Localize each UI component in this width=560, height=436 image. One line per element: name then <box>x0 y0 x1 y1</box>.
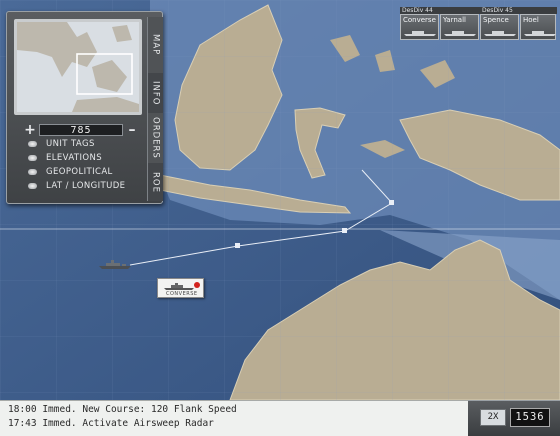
tab-roe[interactable]: ROE <box>147 163 163 201</box>
ship-card-converse[interactable]: Converse <box>400 14 439 40</box>
ship-name: Spence <box>483 16 509 24</box>
minimap[interactable] <box>14 19 142 115</box>
waypoint-marker[interactable] <box>235 243 240 248</box>
ship-silhouette-icon <box>484 31 516 36</box>
division-group: DesDiv 44 Converse Yarnall <box>400 7 480 40</box>
ship-silhouette-icon <box>164 283 194 290</box>
zoom-level-readout[interactable]: 785 <box>39 124 123 136</box>
layer-label: ELEVATIONS <box>46 153 103 163</box>
ship-card-hoel[interactable]: Hoel <box>520 14 556 40</box>
division-group: DesDiv 45 Spence Hoel <box>480 7 557 40</box>
time-compression-button[interactable]: 2X <box>480 409 506 426</box>
tab-orders[interactable]: ORDERS <box>147 113 163 163</box>
national-flag-icon <box>194 282 200 288</box>
ship-tag-label: CONVERSE <box>166 291 198 297</box>
game-clock: 1536 <box>510 408 550 427</box>
ship-silhouette-icon <box>444 31 476 36</box>
ship-name: Yarnall <box>443 16 466 24</box>
map-control-panel: + 785 – UNIT TAGS ELEVATIONS GEOPOLITICA… <box>6 11 163 204</box>
ship-silhouette-icon <box>524 31 556 36</box>
zoom-in-button[interactable]: + <box>23 122 37 138</box>
log-entry: 18:00 Immed. New Course: 120 Flank Speed <box>8 404 237 415</box>
zoom-control: + 785 – <box>23 122 139 138</box>
ship-name: Converse <box>403 16 436 24</box>
zoom-out-button[interactable]: – <box>125 122 139 138</box>
layer-label: UNIT TAGS <box>46 139 95 149</box>
ship-name: Hoel <box>523 16 539 24</box>
time-control-panel: 2X 1536 <box>468 400 560 436</box>
ship-card-spence[interactable]: Spence <box>480 14 519 40</box>
layer-label: LAT / LONGITUDE <box>46 181 126 191</box>
layer-label: GEOPOLITICAL <box>46 167 113 177</box>
toggle-indicator-icon <box>28 183 37 189</box>
waypoint-marker[interactable] <box>389 200 394 205</box>
division-roster: DesDiv 44 Converse Yarnall DesDiv 45 Spe… <box>400 7 557 40</box>
division-name: DesDiv 44 <box>400 7 480 14</box>
destroyer-ship-icon[interactable] <box>98 258 132 270</box>
toggle-indicator-icon <box>28 141 37 147</box>
ship-silhouette-icon <box>404 31 436 36</box>
tab-map[interactable]: MAP <box>147 17 163 73</box>
minimap-terrain <box>17 22 139 112</box>
waypoint-marker[interactable] <box>342 228 347 233</box>
division-name: DesDiv 45 <box>480 7 557 14</box>
layer-toggle-geopolitical[interactable]: GEOPOLITICAL <box>28 166 113 178</box>
layer-toggle-lat-longitude[interactable]: LAT / LONGITUDE <box>28 180 125 192</box>
log-entry: 17:43 Immed. Activate Airsweep Radar <box>8 418 214 429</box>
tab-info[interactable]: INFO <box>147 73 163 113</box>
toggle-indicator-icon <box>28 169 37 175</box>
ship-card-yarnall[interactable]: Yarnall <box>440 14 479 40</box>
ship-info-card[interactable]: CONVERSE <box>157 278 204 298</box>
layer-toggle-elevations[interactable]: ELEVATIONS <box>28 152 102 164</box>
toggle-indicator-icon <box>28 155 37 161</box>
layer-toggle-unit-tags[interactable]: UNIT TAGS <box>28 138 95 150</box>
order-log: 18:00 Immed. New Course: 120 Flank Speed… <box>0 400 468 436</box>
